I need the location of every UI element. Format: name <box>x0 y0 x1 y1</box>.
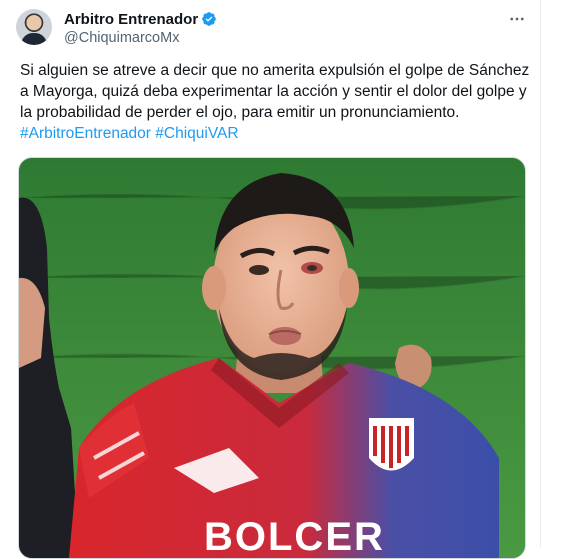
avatar[interactable] <box>16 9 52 45</box>
verified-badge-icon <box>202 12 217 26</box>
hashtag-row: #ArbitroEntrenador #ChiquiVAR <box>20 123 532 144</box>
tweet-header: Arbitro Entrenador @ChiquimarcoMx <box>64 10 217 46</box>
tweet-text: Si alguien se atreve a decir que no amer… <box>20 62 530 121</box>
player-photo: BOLCER <box>19 158 525 558</box>
author-handle[interactable]: @ChiquimarcoMx <box>64 30 217 46</box>
hashtag-link-arbitroentrenador[interactable]: #ArbitroEntrenador <box>20 125 151 142</box>
name-row: Arbitro Entrenador <box>64 10 217 28</box>
author-display-name[interactable]: Arbitro Entrenador <box>64 11 198 28</box>
more-dots-icon <box>510 17 524 21</box>
tweet-card: Arbitro Entrenador @ChiquimarcoMx Si alg… <box>0 0 541 559</box>
tweet-media-photo[interactable]: BOLCER <box>18 157 526 559</box>
jersey-sponsor-text: BOLCER <box>204 515 385 558</box>
hashtag-link-chiquivar[interactable]: #ChiquiVAR <box>155 125 238 142</box>
tweet-body: Si alguien se atreve a decir que no amer… <box>20 60 532 144</box>
avatar-body <box>21 33 47 45</box>
club-badge <box>369 418 414 471</box>
more-options-button[interactable] <box>506 8 528 30</box>
